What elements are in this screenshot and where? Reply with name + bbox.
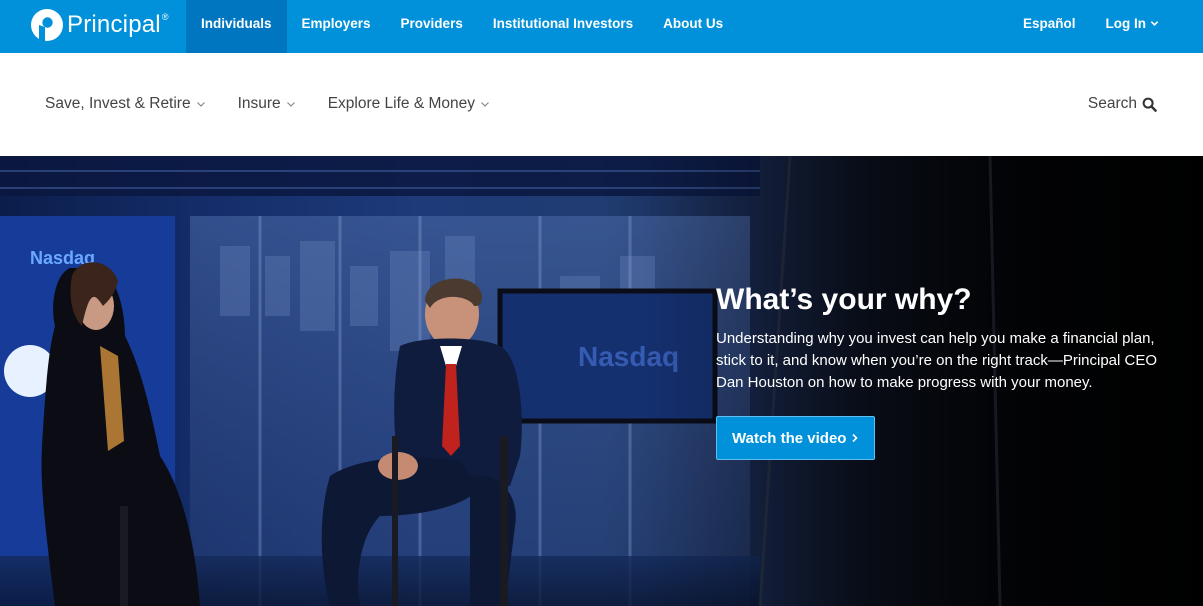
audience-nav: Individuals Employers Providers Institut… bbox=[186, 0, 738, 53]
chevron-down-icon bbox=[481, 102, 489, 107]
menu-label: Insure bbox=[237, 95, 281, 112]
topnav-about-us[interactable]: About Us bbox=[648, 0, 738, 53]
login-button[interactable]: Log In bbox=[1106, 16, 1160, 31]
watch-video-label: Watch the video bbox=[732, 429, 847, 447]
menu-save-invest-retire[interactable]: Save, Invest & Retire bbox=[45, 95, 206, 113]
search-icon bbox=[1142, 97, 1157, 112]
menu-label: Save, Invest & Retire bbox=[45, 95, 191, 112]
chevron-right-icon bbox=[852, 433, 859, 443]
chevron-down-icon bbox=[1150, 21, 1159, 26]
topnav-individuals[interactable]: Individuals bbox=[186, 0, 287, 53]
top-navigation-bar: Principal ® Individuals Employers Provid… bbox=[0, 0, 1203, 53]
hero-title: What’s your why? bbox=[716, 283, 972, 316]
topnav-providers[interactable]: Providers bbox=[386, 0, 478, 53]
espanol-link[interactable]: Español bbox=[1023, 16, 1076, 31]
secondary-navigation: Save, Invest & Retire Insure Explore Lif… bbox=[0, 53, 1203, 156]
brand-name: Principal bbox=[67, 11, 161, 38]
utility-nav: Español Log In bbox=[993, 0, 1159, 53]
hero-banner: Nasdaq ipal Nasdaq bbox=[0, 156, 1203, 606]
chevron-down-icon bbox=[196, 102, 205, 107]
search-label: Search bbox=[1087, 95, 1137, 112]
watch-video-button[interactable]: Watch the video bbox=[716, 416, 876, 460]
section-menu: Save, Invest & Retire Insure Explore Lif… bbox=[45, 95, 522, 113]
hero-description: Understanding why you invest can help yo… bbox=[716, 330, 1158, 391]
menu-insure[interactable]: Insure bbox=[238, 95, 296, 113]
hero-content: What’s your why? Understanding why you i… bbox=[716, 282, 1166, 460]
topnav-institutional-investors[interactable]: Institutional Investors bbox=[478, 0, 648, 53]
topnav-employers[interactable]: Employers bbox=[287, 0, 386, 53]
menu-explore-life-money[interactable]: Explore Life & Money bbox=[328, 95, 490, 113]
principal-logo[interactable]: Principal ® bbox=[30, 7, 168, 43]
menu-label: Explore Life & Money bbox=[327, 95, 476, 112]
principal-logo-icon bbox=[31, 9, 63, 41]
brand-registered-mark: ® bbox=[161, 12, 169, 22]
chevron-down-icon bbox=[286, 102, 295, 107]
search-button[interactable]: Search bbox=[1088, 95, 1157, 113]
login-label: Log In bbox=[1105, 16, 1147, 31]
